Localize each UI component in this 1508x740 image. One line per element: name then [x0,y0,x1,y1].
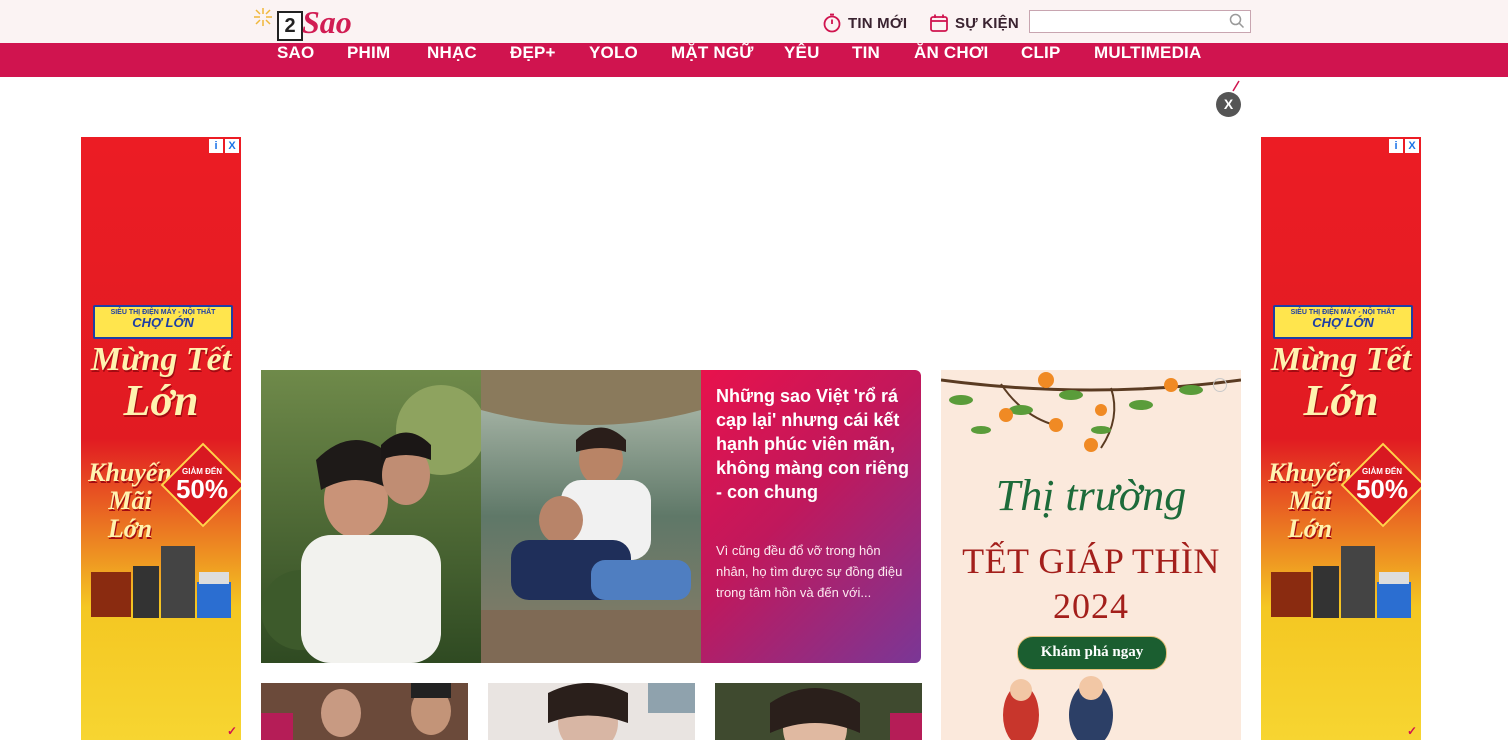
main-nav: SAO PHIM NHẠC ĐẸP+ YOLO MẶT NGỮ YÊU TIN … [0,43,1508,77]
firework-icon [254,8,272,26]
ad-choices: i X [209,139,239,153]
ad-title-line2: Lớn [1303,376,1379,425]
ad-info-icon[interactable]: i [1389,139,1403,153]
nav-item-multimedia[interactable]: MULTIMEDIA [1094,43,1201,77]
nav-item-yolo[interactable]: YOLO [589,43,638,77]
logo-number: 2 [277,11,303,41]
ad-discount: GIẢM ĐẾN 50% [1347,467,1417,502]
ad-title-line1: Mừng Tết [90,341,232,378]
ad-promo: Khuyến Mãi Lớn [1265,459,1355,543]
stopwatch-icon [823,13,841,33]
ad-brand-badge: SIÊU THỊ ĐIỆN MÁY - NỘI THẤT CHỢ LỚN [1273,305,1413,339]
featured-summary: Vì cũng đều đổ vỡ trong hôn nhân, họ tìm… [716,543,903,600]
calendar-icon [930,14,948,32]
search-icon[interactable] [1229,13,1245,29]
ad-promo-line3: Lớn [1287,514,1333,543]
appliances-image [91,546,231,618]
ad-promo: Khuyến Mãi Lớn [85,459,175,543]
nav-item-dep[interactable]: ĐẸP+ [510,43,556,77]
search-box [1029,10,1251,33]
thumbnail-image [715,683,922,740]
tin-moi-link[interactable]: TIN MỚI [822,13,907,33]
close-ad-button[interactable]: X [1216,92,1241,117]
nav-item-nhac[interactable]: NHẠC [427,43,477,77]
explore-now-button[interactable]: Khám phá ngay [1017,636,1167,670]
ad-discount: GIẢM ĐẾN 50% [167,467,237,502]
ad-corner-check-icon: ✓ [226,724,237,738]
search-input[interactable] [1030,11,1232,30]
thumbnail-image [488,683,695,740]
ad-info-icon[interactable]: i [209,139,223,153]
couple-photo [261,370,701,663]
ad-choices-right: i X [1389,139,1419,153]
right-banner-ad[interactable]: Thị trường TẾT GIÁP THÌN 2024 Khám phá n… [941,370,1241,740]
ad-promo-line2: Mãi [108,486,152,515]
appliances-image [1271,546,1411,618]
nav-item-clip[interactable]: CLIP [1021,43,1061,77]
nav-item-sao[interactable]: SAO [277,43,314,77]
nav-item-an-choi[interactable]: ĂN CHƠI [914,43,988,77]
logo-text: Sao [302,4,352,40]
ad-brand-line2: CHỢ LỚN [1312,315,1374,330]
ad-promo-line2: Mãi [1288,486,1332,515]
ad-title-line2: Lớn [123,376,199,425]
thumbnail-image [261,683,468,740]
ad-info-badge-icon[interactable] [1213,378,1227,392]
featured-title[interactable]: Những sao Việt 'rổ rá cạp lại' nhưng cái… [716,384,911,504]
ad-promo-line3: Lớn [107,514,153,543]
featured-image[interactable] [261,370,701,663]
nav-item-yeu[interactable]: YÊU [784,43,820,77]
ad-brand-line2: CHỢ LỚN [132,315,194,330]
right-side-ad[interactable]: i X SIÊU THỊ ĐIỆN MÁY - NỘI THẤT CHỢ LỚN… [1261,137,1421,740]
ad-title: Mừng Tết Lớn [1269,342,1413,424]
nav-item-tin[interactable]: TIN [852,43,880,77]
article-thumbnail[interactable] [488,683,695,740]
ad-brand-badge: SIÊU THỊ ĐIỆN MÁY - NỘI THẤT CHỢ LỚN [93,305,233,339]
tin-moi-label: TIN MỚI [848,14,908,32]
nav-item-mat-ngu[interactable]: MẶT NGỮ [671,43,754,77]
featured-article[interactable]: Những sao Việt 'rổ rá cạp lại' nhưng cái… [261,370,921,663]
right-ad-year: 2024 [1053,586,1129,626]
ad-title-line1: Mừng Tết [1270,341,1412,378]
right-ad-script: Thị trường [995,471,1187,520]
left-side-ad[interactable]: i X SIÊU THỊ ĐIỆN MÁY - NỘI THẤT CHỢ LỚN… [81,137,241,740]
ad-close-icon[interactable]: X [1405,139,1419,153]
article-thumbnail[interactable] [261,683,468,740]
right-ad-title: TẾT GIÁP THÌN [962,541,1220,581]
ad-corner-check-icon: ✓ [1406,724,1417,738]
top-bar: 2 Sao TIN MỚI SỰ KIỆN [0,0,1508,44]
ad-corner-mark-icon [1232,80,1240,92]
nav-item-phim[interactable]: PHIM [347,43,390,77]
site-logo[interactable]: 2 Sao [252,4,362,41]
ad-discount-value: 50% [175,474,229,504]
featured-caption[interactable]: Những sao Việt 'rổ rá cạp lại' nhưng cái… [701,370,921,663]
su-kien-label: SỰ KIỆN [955,14,1019,32]
ad-discount-value: 50% [1355,474,1409,504]
ad-close-icon[interactable]: X [225,139,239,153]
su-kien-link[interactable]: SỰ KIỆN [929,13,1019,33]
article-thumbnail[interactable] [715,683,922,740]
ad-title: Mừng Tết Lớn [89,342,233,424]
